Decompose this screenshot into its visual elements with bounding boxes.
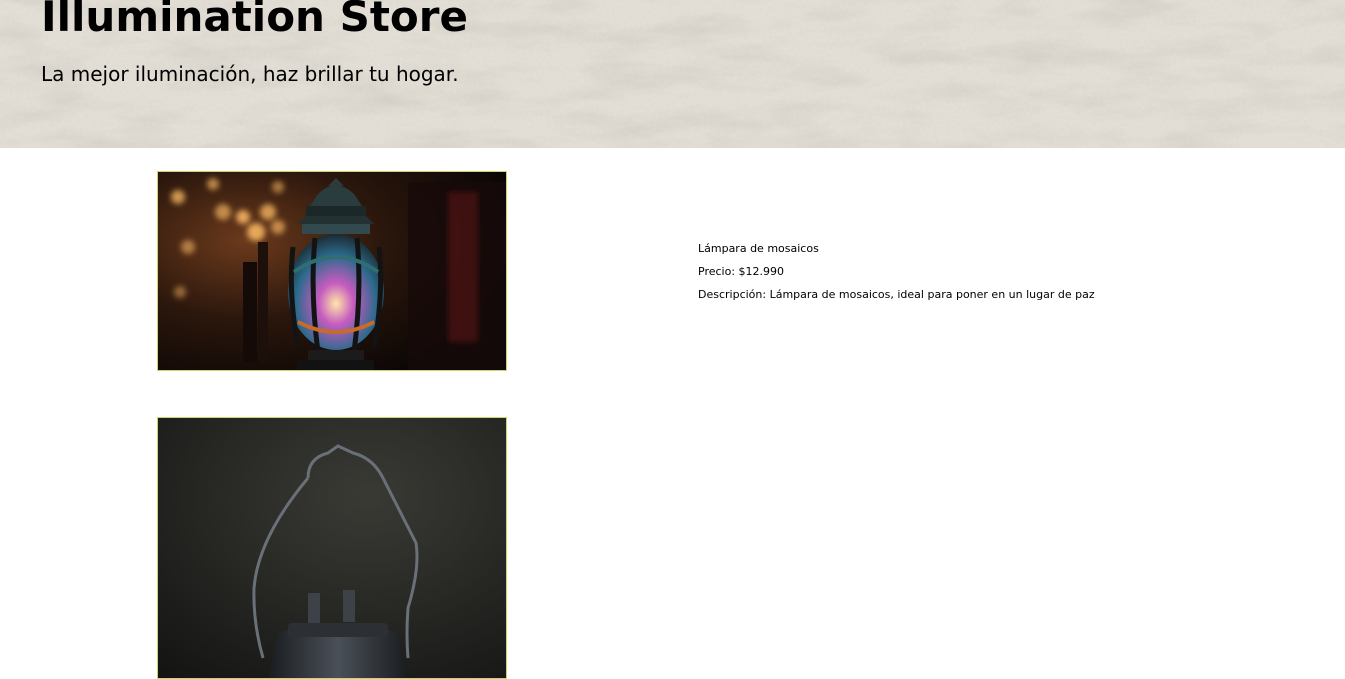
product-name: Lámpara de mosaicos [698,242,819,255]
product-image-mosaic-lantern[interactable] [157,171,507,371]
product-image-old-lantern[interactable] [157,417,507,679]
old-lantern-icon [158,418,506,678]
product-card: Lámpara de mosaicos Precio: $12.990 Desc… [0,171,1345,401]
mosaic-lantern-icon [158,172,506,370]
product-card [0,417,1345,679]
site-header: Illumination Store La mejor iluminación,… [0,0,1345,148]
page-title: Illumination Store [41,0,468,41]
product-price: Precio: $12.990 [698,265,785,278]
product-description: Descripción: Lámpara de mosaicos, ideal … [698,288,1095,301]
page-tagline: La mejor iluminación, haz brillar tu hog… [41,62,459,86]
product-info: Lámpara de mosaicos Precio: $12.990 Desc… [698,241,1095,310]
